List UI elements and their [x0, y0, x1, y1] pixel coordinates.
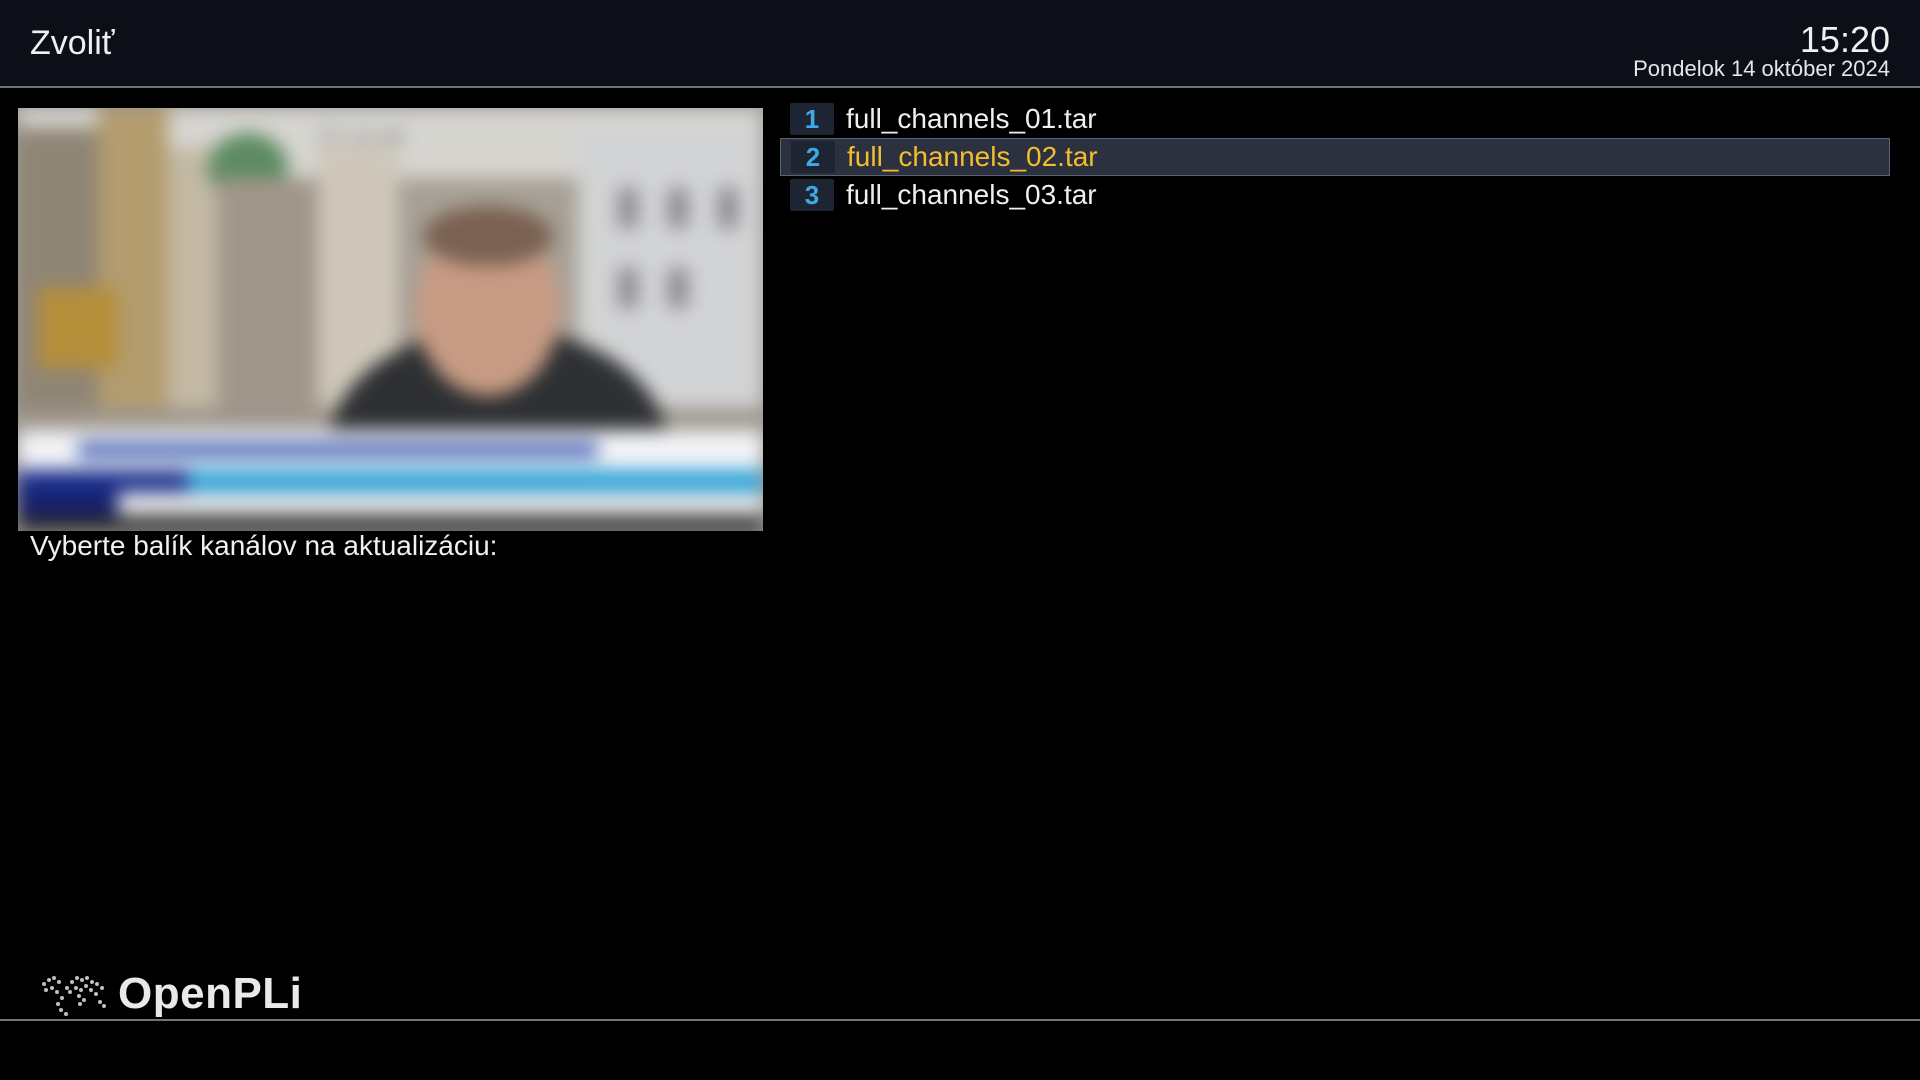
bottom-divider [0, 1019, 1920, 1021]
instruction-text: Vyberte balík kanálov na aktualizáciu: [30, 530, 498, 561]
date-display: Pondelok 14 október 2024 [1633, 56, 1890, 81]
package-list[interactable]: 1 full_channels_01.tar 2 full_channels_0… [780, 100, 1890, 214]
channel-logo: ČT 24 HD [318, 126, 407, 149]
item-number: 3 [790, 179, 834, 211]
item-number: 1 [790, 103, 834, 135]
item-number: 2 [791, 141, 835, 173]
item-filename: full_channels_03.tar [846, 179, 1097, 210]
item-filename: full_channels_01.tar [846, 103, 1097, 134]
top-bar: Zvoliť 15:20 Pondelok 14 október 2024 [0, 0, 1920, 88]
live-tv-preview: ČT 24 HD [18, 108, 763, 531]
list-item[interactable]: 1 full_channels_01.tar [780, 100, 1890, 138]
screen-title: Zvoliť [30, 24, 115, 62]
openpli-logo: OpenPLi [34, 966, 302, 1022]
item-filename: full_channels_02.tar [847, 141, 1098, 172]
globe-icon [42, 976, 106, 1016]
list-item[interactable]: 3 full_channels_03.tar [780, 176, 1890, 214]
list-item-selected[interactable]: 2 full_channels_02.tar [780, 138, 1890, 176]
preview-picture: ČT 24 HD [18, 108, 763, 531]
clock: 15:20 [1799, 19, 1890, 60]
logo-text: OpenPLi [118, 969, 303, 1018]
